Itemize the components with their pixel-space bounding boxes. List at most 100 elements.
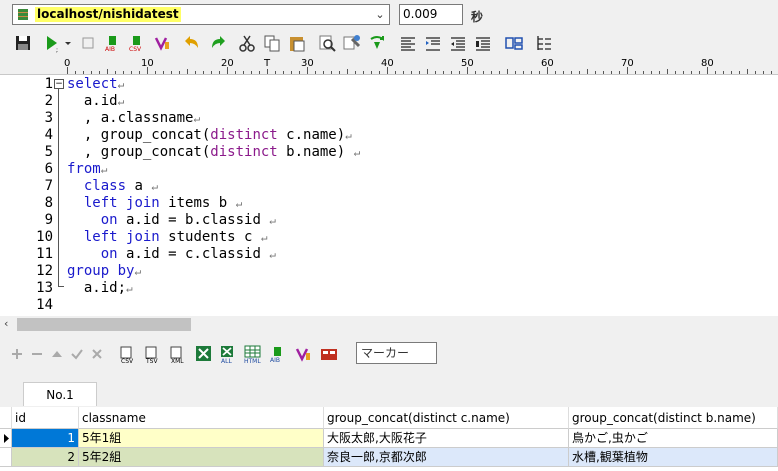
table-cell-c-names[interactable]: 奈良一郎,京都次郎	[324, 448, 569, 467]
fold-guide	[58, 89, 59, 287]
format-icon[interactable]	[293, 344, 313, 364]
column-header-classname[interactable]: classname	[79, 407, 324, 429]
table-cell-c-names[interactable]: 大阪太郎,大阪花子	[324, 429, 569, 448]
export-tsv-icon[interactable]: TSV	[142, 344, 162, 365]
ruler-tick	[643, 71, 644, 74]
line-number: 7	[44, 178, 53, 194]
run-dropdown-icon[interactable]	[58, 33, 71, 53]
code-line: , group_concat(distinct b.name) ↵	[67, 144, 361, 160]
scrollbar-thumb[interactable]	[17, 318, 191, 331]
ruler-tick	[395, 71, 396, 74]
export-csv-icon[interactable]: CSV	[127, 33, 147, 53]
export-csv-icon[interactable]: CSV	[117, 344, 137, 365]
table-cell-id[interactable]: 2	[12, 448, 79, 467]
ruler-tick	[595, 71, 596, 74]
ruler-tick	[339, 71, 340, 74]
html-icon[interactable]: HTML	[243, 344, 263, 365]
excel-all-icon[interactable]: ALL	[218, 344, 238, 365]
connection-select[interactable]: localhost/nishidatest ⌄	[12, 4, 390, 25]
ruler-tick	[91, 71, 92, 74]
table-cell-classname[interactable]: 5年2組	[79, 448, 324, 467]
add-row-icon[interactable]	[10, 344, 24, 364]
column-header-id[interactable]: id	[12, 407, 79, 429]
ruler-label: 70	[621, 58, 634, 69]
ruler-tick	[403, 71, 404, 74]
ruler-tick	[635, 71, 636, 74]
align-left-icon[interactable]	[398, 33, 418, 53]
ruler-tick	[435, 71, 436, 74]
layout-icon[interactable]	[504, 33, 524, 53]
ruler-tick	[251, 71, 252, 74]
ruler-tick	[771, 71, 772, 74]
ruler-label: 20	[221, 58, 234, 69]
ruler-tick	[259, 71, 260, 74]
code-line: class a ↵	[83, 178, 158, 194]
ruler-tick	[363, 71, 364, 74]
export-aib-icon[interactable]: AIB	[103, 33, 123, 53]
ruler-tick	[715, 71, 716, 74]
marker-input[interactable]: マーカー	[356, 342, 437, 364]
fold-toggle[interactable]: −	[54, 79, 64, 89]
jump-icon[interactable]	[367, 33, 387, 53]
save-icon[interactable]	[13, 33, 33, 53]
ruler-tick	[131, 71, 132, 74]
stop-icon[interactable]	[78, 33, 98, 53]
excel-icon[interactable]	[194, 344, 214, 364]
chevron-down-icon[interactable]: ⌄	[371, 5, 389, 24]
ruler-tick	[659, 71, 660, 74]
undo-icon[interactable]	[183, 33, 203, 53]
commit-icon[interactable]	[70, 344, 84, 364]
form-view-icon[interactable]	[319, 344, 339, 364]
ruler-tick	[411, 71, 412, 74]
code-line: on a.id = c.classid ↵	[100, 246, 276, 262]
ruler-tick	[483, 71, 484, 74]
result-tab-bar: No.1	[0, 382, 778, 406]
table-cell-classname[interactable]: 5年1組	[79, 429, 324, 448]
paste-icon[interactable]	[287, 33, 307, 53]
row-indicator[interactable]	[0, 448, 12, 467]
code-line: a.id;↵	[67, 280, 133, 296]
scroll-left-icon[interactable]: ‹	[4, 317, 8, 330]
line-number: 9	[44, 212, 53, 228]
code-line: , group_concat(distinct c.name)↵	[67, 127, 352, 143]
indent-icon[interactable]	[423, 33, 443, 53]
ruler-tick	[203, 71, 204, 74]
line-number: 14	[36, 297, 53, 313]
replace-icon[interactable]	[342, 33, 362, 53]
column-header-c-names[interactable]: group_concat(distinct c.name)	[324, 407, 569, 429]
format-icon[interactable]	[152, 33, 172, 53]
cancel-icon[interactable]	[90, 344, 104, 364]
comment-icon[interactable]	[473, 33, 493, 53]
redo-icon[interactable]	[207, 33, 227, 53]
ruler-tick	[371, 71, 372, 74]
ruler-tick	[603, 71, 604, 74]
line-number: 1	[44, 76, 53, 92]
ruler-tick	[323, 71, 324, 74]
line-number: 13	[36, 280, 53, 296]
find-icon[interactable]	[317, 33, 337, 53]
table-cell-b-names[interactable]: 水槽,観葉植物	[569, 448, 778, 467]
line-number: 5	[44, 144, 53, 160]
ruler-tick	[355, 71, 356, 74]
ruler-tick	[699, 71, 700, 74]
ruler-label: 30	[301, 58, 314, 69]
result-grid[interactable]: id classname group_concat(distinct c.nam…	[0, 407, 778, 471]
ruler-tick	[379, 71, 380, 74]
delete-row-icon[interactable]	[30, 344, 44, 364]
aib-icon[interactable]: AIB	[268, 344, 288, 364]
cut-icon[interactable]	[237, 33, 257, 53]
tab-no1[interactable]: No.1	[23, 382, 97, 406]
ruler-tick	[219, 71, 220, 74]
tree-icon[interactable]	[534, 33, 554, 53]
row-indicator[interactable]	[0, 429, 12, 448]
editor-horizontal-scrollbar[interactable]: ‹	[0, 316, 778, 333]
table-cell-id[interactable]: 1	[12, 429, 79, 448]
ruler-tick	[611, 71, 612, 74]
move-up-icon[interactable]	[50, 344, 64, 364]
table-cell-b-names[interactable]: 鳥かご,虫かご	[569, 429, 778, 448]
copy-icon[interactable]	[262, 33, 282, 53]
column-header-b-names[interactable]: group_concat(distinct b.name)	[569, 407, 778, 429]
sql-editor[interactable]: 1 2 3 4 5 6 7 8 9 10 11 12 13 14 − select↵ a.id↵ , a.…	[0, 75, 778, 316]
outdent-icon[interactable]	[448, 33, 468, 53]
export-xml-icon[interactable]: XML	[167, 344, 187, 365]
